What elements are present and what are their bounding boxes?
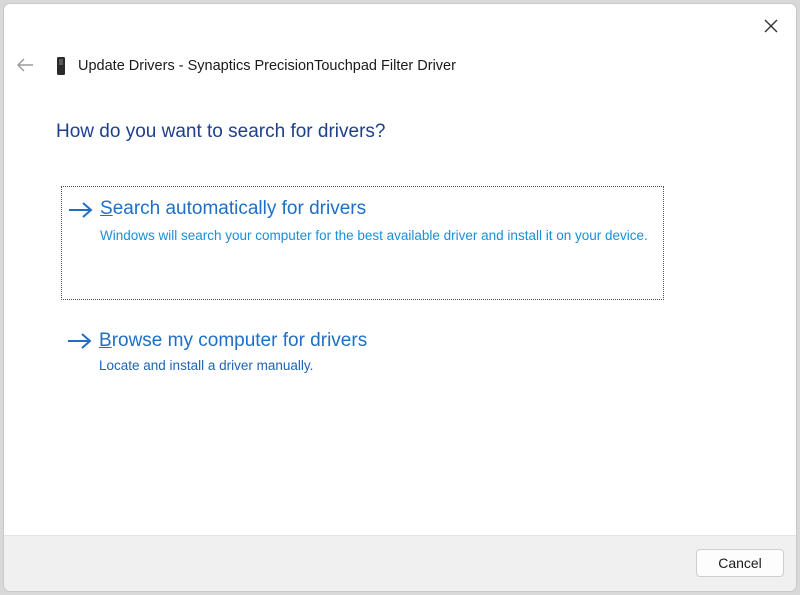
update-drivers-dialog: Update Drivers - Synaptics PrecisionTouc… bbox=[3, 3, 797, 592]
back-button[interactable] bbox=[12, 52, 38, 78]
option-description: Windows will search your computer for th… bbox=[100, 228, 648, 243]
device-icon bbox=[54, 56, 68, 76]
close-icon bbox=[764, 19, 778, 33]
option-title-text: earch automatically for drivers bbox=[112, 198, 367, 219]
search-automatically-option[interactable]: Search automatically for drivers Windows… bbox=[61, 186, 664, 300]
option-description: Locate and install a driver manually. bbox=[99, 358, 314, 373]
access-key: S bbox=[100, 198, 113, 219]
close-button[interactable] bbox=[756, 13, 786, 39]
dialog-title: Update Drivers - Synaptics PrecisionTouc… bbox=[78, 58, 456, 74]
back-arrow-icon bbox=[17, 58, 33, 72]
dialog-header: Update Drivers - Synaptics PrecisionTouc… bbox=[54, 54, 456, 78]
arrow-right-icon bbox=[66, 331, 94, 351]
access-key: B bbox=[99, 330, 112, 351]
cancel-button[interactable]: Cancel bbox=[696, 549, 784, 577]
browse-computer-option[interactable]: Browse my computer for drivers Locate an… bbox=[61, 326, 664, 386]
page-question: How do you want to search for drivers? bbox=[56, 121, 386, 142]
arrow-right-icon bbox=[67, 200, 95, 220]
option-title: Browse my computer for drivers bbox=[99, 330, 367, 352]
option-title: Search automatically for drivers bbox=[100, 198, 366, 220]
dialog-footer: Cancel bbox=[4, 535, 796, 591]
option-title-text: rowse my computer for drivers bbox=[111, 330, 368, 351]
